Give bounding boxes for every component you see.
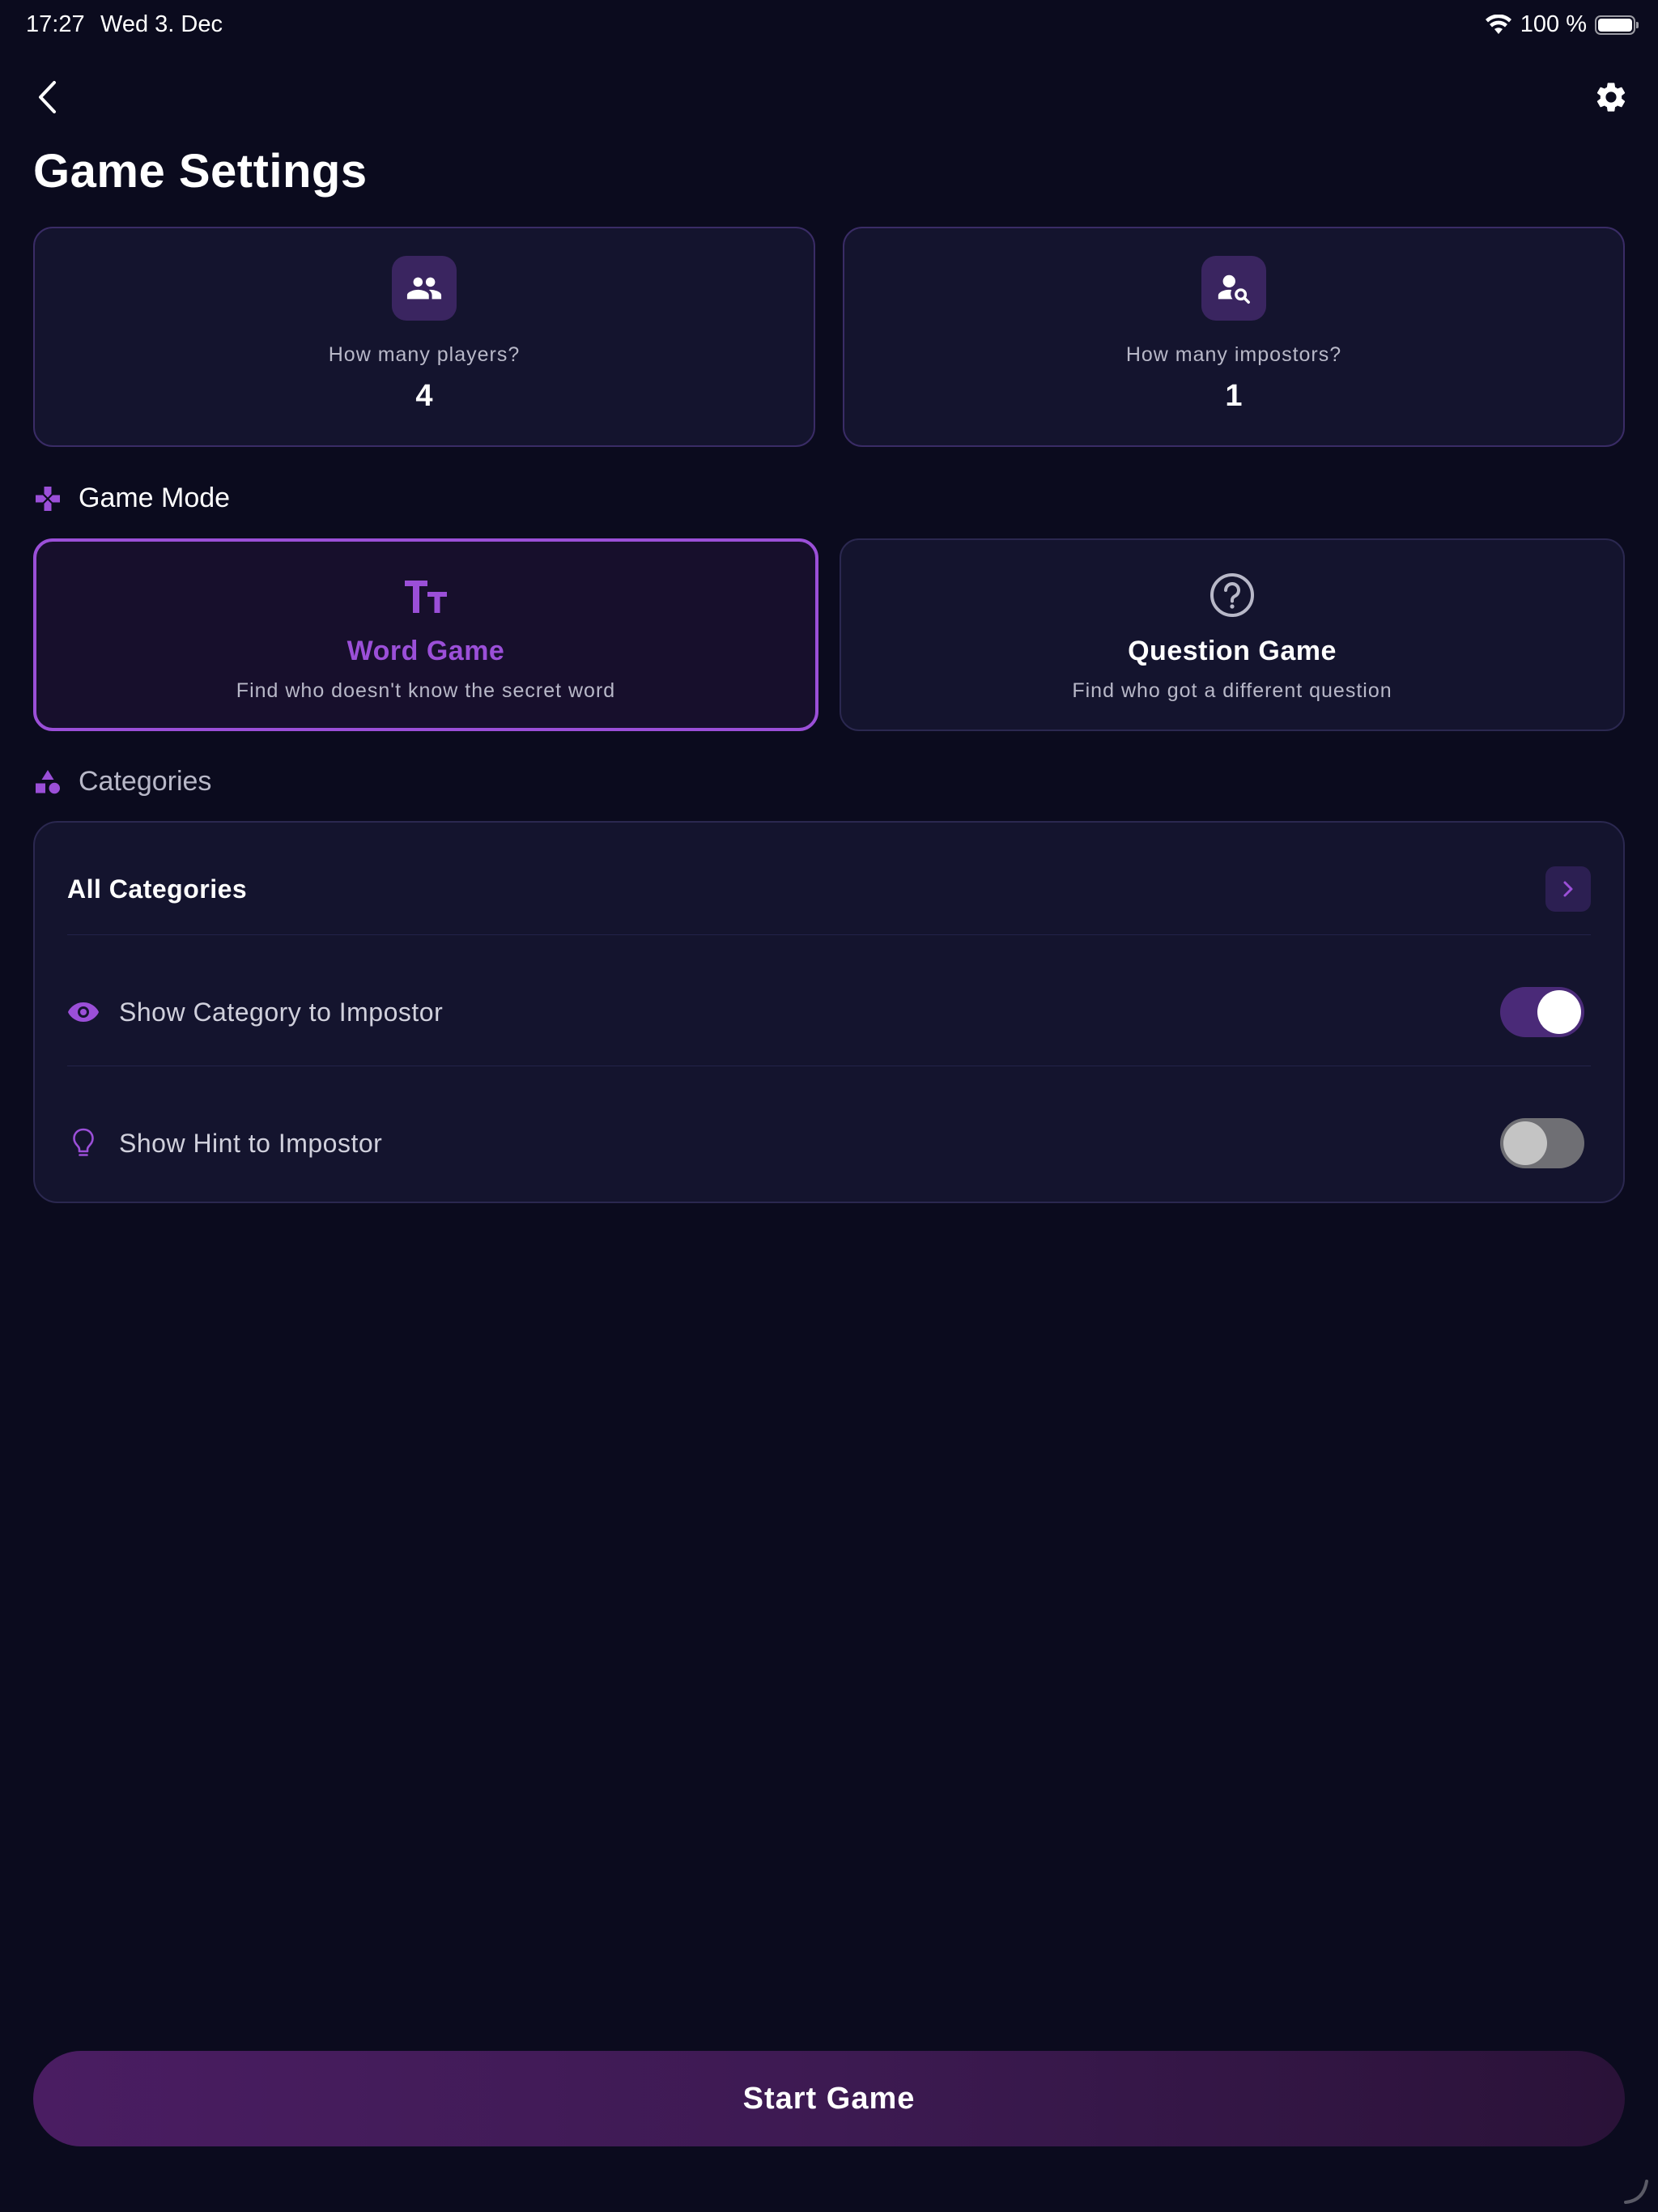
gamepad-icon <box>36 486 60 511</box>
categories-label: Categories <box>79 766 212 797</box>
lightbulb-icon <box>73 1128 94 1156</box>
impostors-label: How many impostors? <box>1125 343 1342 366</box>
show-category-row: Show Category to Impostor <box>67 978 1591 1046</box>
game-mode-label: Game Mode <box>79 483 231 513</box>
status-date: Wed 3. Dec <box>100 11 223 37</box>
impostors-value: 1 <box>1225 379 1243 413</box>
toggle-knob <box>1503 1121 1547 1165</box>
question-game-description: Find who got a different question <box>1072 679 1392 702</box>
start-game-label: Start Game <box>742 2081 916 2116</box>
show-category-toggle[interactable] <box>1500 987 1584 1037</box>
chevron-left-icon <box>39 81 56 113</box>
status-time: 17:27 <box>26 11 85 37</box>
back-button[interactable] <box>31 78 63 117</box>
question-game-card[interactable]: Question Game Find who got a different q… <box>840 538 1625 731</box>
settings-button[interactable] <box>1592 78 1630 117</box>
all-categories-label: All Categories <box>67 874 248 904</box>
game-mode-heading: Game Mode <box>33 483 230 514</box>
battery-icon <box>1595 15 1639 35</box>
status-indicators: 100 % <box>1485 11 1639 38</box>
status-bar: 17:27 Wed 3. Dec 100 % <box>0 0 1658 52</box>
all-categories-row[interactable]: All Categories <box>67 855 1591 923</box>
impostors-icon-box <box>1201 256 1266 321</box>
categories-open-button[interactable] <box>1545 866 1591 912</box>
game-settings-screen: 17:27 Wed 3. Dec 100 % Game Settings How… <box>0 0 1658 2212</box>
battery-percent: 100 % <box>1520 11 1587 37</box>
show-category-label: Show Category to Impostor <box>119 997 444 1027</box>
person-search-icon <box>1218 274 1250 304</box>
people-icon <box>406 277 442 300</box>
shapes-icon <box>36 769 60 793</box>
chevron-right-icon <box>1563 881 1573 897</box>
question-game-title: Question Game <box>1128 636 1337 666</box>
start-game-button[interactable]: Start Game <box>33 2051 1625 2146</box>
wifi-icon <box>1485 14 1511 34</box>
divider <box>67 934 1591 935</box>
word-game-card[interactable]: Word Game Find who doesn't know the secr… <box>33 538 818 731</box>
word-game-icon-wrap <box>400 571 452 623</box>
lightbulb-icon-wrap <box>67 1127 100 1159</box>
players-value: 4 <box>415 379 433 413</box>
impostors-counter-card[interactable]: How many impostors? 1 <box>843 227 1625 447</box>
show-hint-toggle[interactable] <box>1500 1118 1584 1168</box>
page-title: Game Settings <box>33 145 368 198</box>
players-label: How many players? <box>328 343 521 366</box>
toggle-knob <box>1537 990 1581 1034</box>
players-icon-box <box>392 256 457 321</box>
show-hint-row: Show Hint to Impostor <box>67 1109 1591 1177</box>
players-counter-card[interactable]: How many players? 4 <box>33 227 815 447</box>
question-circle-icon <box>1210 573 1254 617</box>
battery-level <box>1598 18 1632 32</box>
eye-icon <box>68 1002 99 1022</box>
eye-icon-wrap <box>67 996 100 1028</box>
categories-heading: Categories <box>33 766 211 798</box>
gear-icon <box>1596 83 1626 112</box>
text-size-icon <box>405 581 447 613</box>
categories-panel: All Categories Show Category to Impostor <box>33 821 1625 1203</box>
question-game-icon-wrap <box>1206 569 1258 621</box>
show-hint-label: Show Hint to Impostor <box>119 1128 383 1158</box>
word-game-title: Word Game <box>346 636 505 666</box>
resize-handle-icon <box>1624 2180 1648 2204</box>
word-game-description: Find who doesn't know the secret word <box>236 679 616 702</box>
